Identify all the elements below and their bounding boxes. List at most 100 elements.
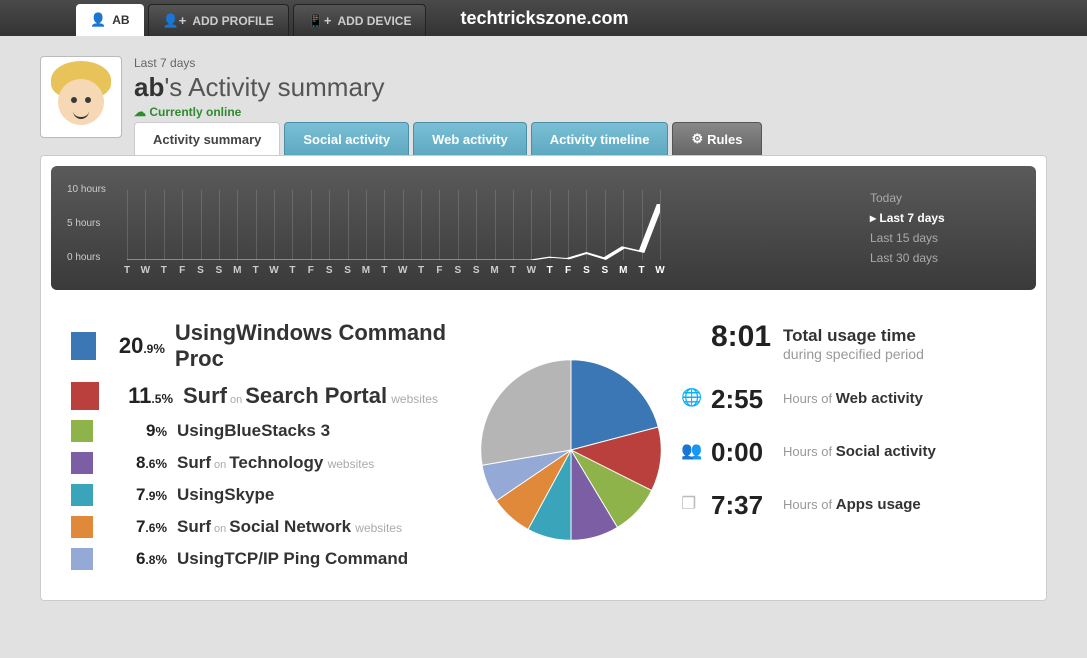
legend-label: UsingSkype: [177, 485, 274, 505]
range-selector: Today Last 7 days Last 15 days Last 30 d…: [850, 178, 1020, 278]
day-label: M: [233, 265, 241, 276]
legend-label: UsingWindows Command Proc: [175, 320, 471, 372]
stat-icon: 🌐: [681, 388, 705, 408]
user-icon: 👤: [90, 12, 106, 28]
day-label: T: [161, 265, 167, 276]
legend-item: 7.6% SurfonSocial Network websites: [71, 516, 471, 538]
color-swatch: [71, 516, 93, 538]
period-label: Last 7 days: [134, 56, 385, 70]
nav-tabs: Activity summary Social activity Web act…: [134, 122, 1047, 155]
legend-item: 7.9% UsingSkype: [71, 484, 471, 506]
day-label: T: [381, 265, 387, 276]
site-name: techtrickszone.com: [460, 0, 628, 36]
page-title: ab's Activity summary: [134, 72, 385, 103]
tab-web-activity[interactable]: Web activity: [413, 122, 527, 155]
y-tick: 5 hours: [67, 218, 100, 229]
legend-percent: 20.9%: [110, 333, 164, 359]
day-label: T: [639, 265, 645, 276]
range-7days[interactable]: Last 7 days: [870, 208, 1020, 228]
activity-legend: 20.9% UsingWindows Command Proc11.5% Surfo…: [71, 320, 471, 580]
day-label: M: [490, 265, 498, 276]
add-profile-button[interactable]: 👤+ ADD PROFILE: [148, 4, 289, 36]
day-label: S: [583, 265, 590, 276]
legend-item: 11.5% SurfonSearch Portal websites: [71, 382, 471, 410]
tab-rules[interactable]: Rules: [672, 122, 761, 155]
day-label: W: [141, 265, 150, 276]
timeline-chart: 10 hours 5 hours 0 hours TWTFSSMTWTFSSMT…: [51, 166, 1036, 290]
y-tick: 10 hours: [67, 184, 106, 195]
stat-icon: ❐: [681, 494, 705, 514]
stat-icon: 👥: [681, 441, 705, 461]
range-15days[interactable]: Last 15 days: [870, 228, 1020, 248]
pie-chart: [471, 320, 671, 580]
stat-label: Hours of Social activity: [783, 443, 936, 460]
day-label: M: [362, 265, 370, 276]
color-swatch: [71, 332, 96, 360]
legend-percent: 11.5%: [113, 383, 173, 409]
stat-label: Hours of Apps usage: [783, 496, 921, 513]
legend-label: SurfonSearch Portal websites: [183, 383, 438, 409]
legend-label: UsingTCP/IP Ping Command: [177, 549, 408, 569]
day-label: W: [398, 265, 407, 276]
pie-slice: [481, 360, 571, 465]
day-label: T: [510, 265, 516, 276]
add-profile-label: ADD PROFILE: [192, 14, 273, 28]
legend-item: 9%UsingBlueStacks 3: [71, 420, 471, 442]
color-swatch: [71, 382, 99, 410]
day-label: F: [179, 265, 185, 276]
stat-item: 8:01Total usage timeduring specified per…: [681, 320, 971, 362]
day-label: T: [547, 265, 553, 276]
day-label: S: [326, 265, 333, 276]
day-label: S: [454, 265, 461, 276]
day-label: M: [619, 265, 627, 276]
tab-activity-summary[interactable]: Activity summary: [134, 122, 280, 155]
add-user-icon: 👤+: [163, 13, 187, 29]
profile-tab[interactable]: 👤 AB: [76, 4, 144, 36]
legend-label: SurfonSocial Network websites: [177, 517, 402, 537]
day-label: T: [289, 265, 295, 276]
stats-panel: 8:01Total usage timeduring specified per…: [671, 320, 971, 580]
stat-value: 0:00: [711, 437, 783, 468]
stat-item: ❐7:37Hours of Apps usage: [681, 490, 971, 521]
legend-percent: 8.6%: [107, 453, 167, 473]
tab-activity-timeline[interactable]: Activity timeline: [531, 122, 669, 155]
stat-label: Hours of Web activity: [783, 390, 923, 407]
day-label: F: [565, 265, 571, 276]
day-label: S: [344, 265, 351, 276]
day-label: S: [216, 265, 223, 276]
day-label: T: [418, 265, 424, 276]
profile-tab-label: AB: [112, 13, 129, 27]
tab-social-activity[interactable]: Social activity: [284, 122, 409, 155]
color-swatch: [71, 452, 93, 474]
legend-item: 6.8% UsingTCP/IP Ping Command: [71, 548, 471, 570]
range-today[interactable]: Today: [870, 188, 1020, 208]
y-tick: 0 hours: [67, 252, 100, 263]
legend-percent: 7.6%: [107, 517, 167, 537]
day-label: W: [527, 265, 536, 276]
top-bar: 👤 AB 👤+ ADD PROFILE 📱+ ADD DEVICE techtrick…: [0, 0, 1087, 36]
day-label: T: [124, 265, 130, 276]
legend-label: SurfonTechnology websites: [177, 453, 374, 473]
stat-value: 8:01: [711, 320, 783, 354]
legend-item: 8.6% SurfonTechnology websites: [71, 452, 471, 474]
stat-item: 🌐2:55Hours of Web activity: [681, 384, 971, 415]
day-label: S: [473, 265, 480, 276]
legend-percent: 9%: [107, 421, 167, 441]
device-icon: 📱+: [308, 13, 332, 29]
main-panel: 10 hours 5 hours 0 hours TWTFSSMTWTFSSMT…: [40, 155, 1047, 601]
stat-item: 👥 0:00Hours of Social activity: [681, 437, 971, 468]
add-device-button[interactable]: 📱+ ADD DEVICE: [293, 4, 427, 36]
legend-percent: 7.9%: [107, 485, 167, 505]
day-label: F: [308, 265, 314, 276]
stat-label: Total usage timeduring specified period: [783, 326, 924, 362]
range-30days[interactable]: Last 30 days: [870, 248, 1020, 268]
legend-percent: 6.8%: [107, 549, 167, 569]
online-status: Currently online: [134, 105, 385, 119]
add-device-label: ADD DEVICE: [337, 14, 411, 28]
day-label: W: [269, 265, 278, 276]
day-label: T: [253, 265, 259, 276]
day-label: W: [655, 265, 664, 276]
day-label: S: [602, 265, 609, 276]
legend-item: 20.9% UsingWindows Command Proc: [71, 320, 471, 372]
avatar[interactable]: [40, 56, 122, 138]
